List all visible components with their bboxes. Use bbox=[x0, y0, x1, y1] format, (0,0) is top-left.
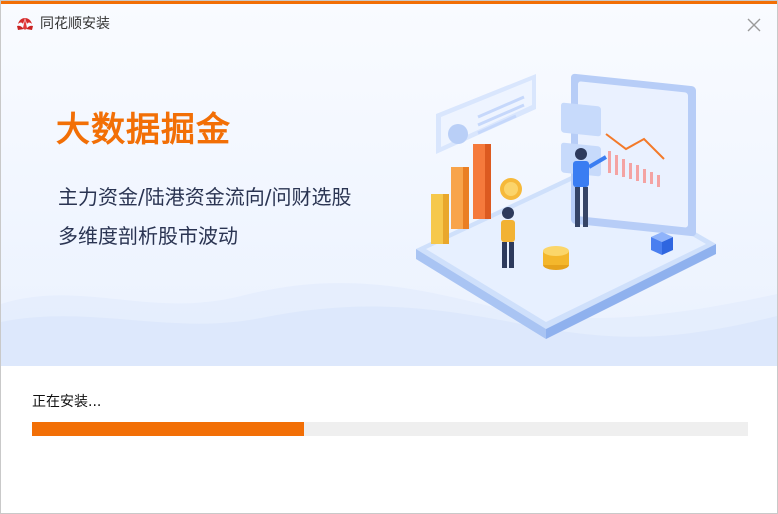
install-progress-fill bbox=[32, 422, 305, 436]
install-panel: 正在安装... bbox=[1, 366, 777, 513]
data-analytics-illustration bbox=[416, 73, 716, 339]
hero-feature-line-1: 主力资金/陆港资金流向/问财选股 bbox=[58, 185, 352, 209]
hero-headline: 大数据掘金 bbox=[56, 110, 231, 150]
installer-window: 同花顺安装 大数据掘金 主力资金/陆港资金流向/问财选股 多维度剖析股市波动 正… bbox=[0, 0, 778, 514]
flower-logo-icon bbox=[17, 18, 33, 30]
window-title: 同花顺安装 bbox=[40, 16, 110, 32]
title-bar[interactable]: 同花顺安装 bbox=[1, 4, 777, 44]
install-status-text: 正在安装... bbox=[32, 394, 102, 410]
close-icon[interactable] bbox=[745, 16, 763, 34]
install-progress-bar bbox=[32, 422, 748, 436]
hero-feature-line-2: 多维度剖析股市波动 bbox=[58, 224, 238, 248]
hero-banner: 同花顺安装 大数据掘金 主力资金/陆港资金流向/问财选股 多维度剖析股市波动 bbox=[1, 4, 777, 366]
